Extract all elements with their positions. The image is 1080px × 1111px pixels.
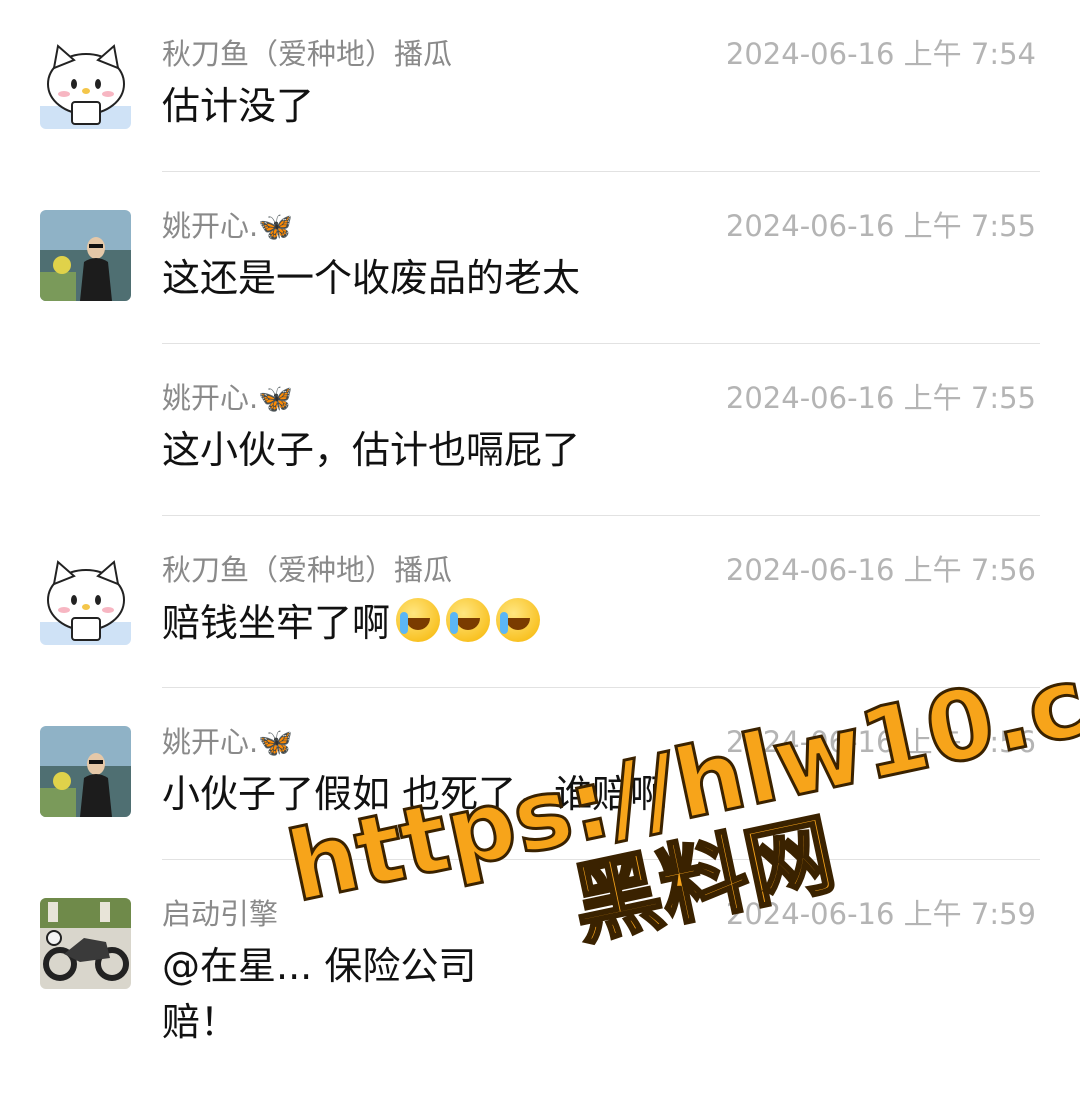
crying-laughing-emoji-icon bbox=[496, 598, 541, 642]
hello-kitty-icon bbox=[40, 38, 131, 129]
motorcycle-icon bbox=[40, 898, 131, 989]
timestamp: 2024-06-16 上午 7:56 bbox=[725, 553, 1036, 587]
sender-name[interactable]: 秋刀鱼（爱种地）播瓜 bbox=[162, 31, 452, 73]
lakeside-person-icon bbox=[40, 210, 131, 301]
avatar[interactable] bbox=[40, 554, 131, 645]
message-row: 秋刀鱼（爱种地）播瓜 2024-06-16 上午 7:54 估计没了 bbox=[0, 0, 1080, 172]
lakeside-person-icon bbox=[40, 726, 131, 817]
sender-name[interactable]: 秋刀鱼（爱种地）播瓜 bbox=[162, 547, 452, 589]
crying-laughing-emoji-icon bbox=[396, 598, 441, 642]
timestamp: 2024-06-16 上午 7:55 bbox=[725, 381, 1036, 415]
message-row: 姚开心.🦋 2024-06-16 上午 7:55 这还是一个收废品的老太 bbox=[0, 172, 1080, 344]
message-text-line2: 赔！ bbox=[162, 1000, 239, 1044]
sender-label: 姚开心. bbox=[162, 381, 259, 415]
avatar[interactable] bbox=[40, 898, 131, 989]
butterfly-icon: 🦋 bbox=[258, 210, 294, 243]
message-row: 姚开心.🦋 2024-06-16 上午 7:55 这小伙子，估计也嗝屁了 bbox=[0, 344, 1080, 516]
message-text: 估计没了 bbox=[162, 84, 315, 128]
sender-name[interactable]: 启动引擎 bbox=[162, 891, 278, 933]
avatar[interactable] bbox=[40, 726, 131, 817]
crying-laughing-emoji-icon bbox=[446, 598, 491, 642]
sender-name[interactable]: 姚开心.🦋 bbox=[162, 375, 293, 417]
sender-name[interactable]: 姚开心.🦋 bbox=[162, 719, 293, 761]
timestamp: 2024-06-16 上午 7:55 bbox=[725, 209, 1036, 243]
timestamp: 2024-06-16 上午 7:54 bbox=[725, 37, 1036, 71]
message-text: 这还是一个收废品的老太 bbox=[162, 256, 581, 300]
butterfly-icon: 🦋 bbox=[258, 382, 294, 415]
message-text-content: 赔钱坐牢了啊 bbox=[162, 601, 391, 645]
hello-kitty-icon bbox=[40, 554, 131, 645]
avatar[interactable] bbox=[40, 210, 131, 301]
message-text: 赔钱坐牢了啊 bbox=[162, 598, 541, 647]
sender-label: 姚开心. bbox=[162, 209, 259, 243]
sender-name[interactable]: 姚开心.🦋 bbox=[162, 203, 293, 245]
message-text: 这小伙子，估计也嗝屁了 bbox=[162, 428, 581, 472]
sender-label: 姚开心. bbox=[162, 725, 259, 759]
avatar[interactable] bbox=[40, 38, 131, 129]
butterfly-icon: 🦋 bbox=[258, 726, 294, 759]
message-row: 秋刀鱼（爱种地）播瓜 2024-06-16 上午 7:56 赔钱坐牢了啊 bbox=[0, 516, 1080, 688]
